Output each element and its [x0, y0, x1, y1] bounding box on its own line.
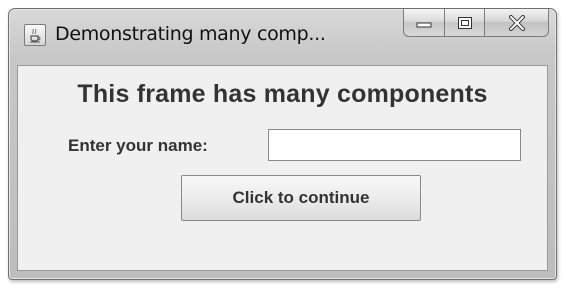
application-window: Demonstrating many comp... This frame ha… [8, 8, 557, 280]
close-icon [508, 14, 525, 31]
java-cup-icon[interactable] [24, 24, 46, 46]
title-bar[interactable]: Demonstrating many comp... [9, 9, 556, 57]
heading-label: This frame has many components [77, 80, 488, 108]
minimize-button[interactable] [403, 9, 445, 37]
minimize-icon [416, 22, 432, 27]
name-label: Enter your name: [68, 136, 208, 155]
close-button[interactable] [485, 9, 549, 37]
maximize-icon [457, 16, 472, 29]
content-panel: This frame has many components Enter you… [17, 65, 548, 271]
continue-button[interactable]: Click to continue [181, 175, 421, 221]
window-controls [403, 9, 549, 39]
name-input[interactable] [268, 129, 521, 161]
maximize-button[interactable] [445, 9, 485, 37]
window-title: Demonstrating many comp... [55, 23, 326, 45]
